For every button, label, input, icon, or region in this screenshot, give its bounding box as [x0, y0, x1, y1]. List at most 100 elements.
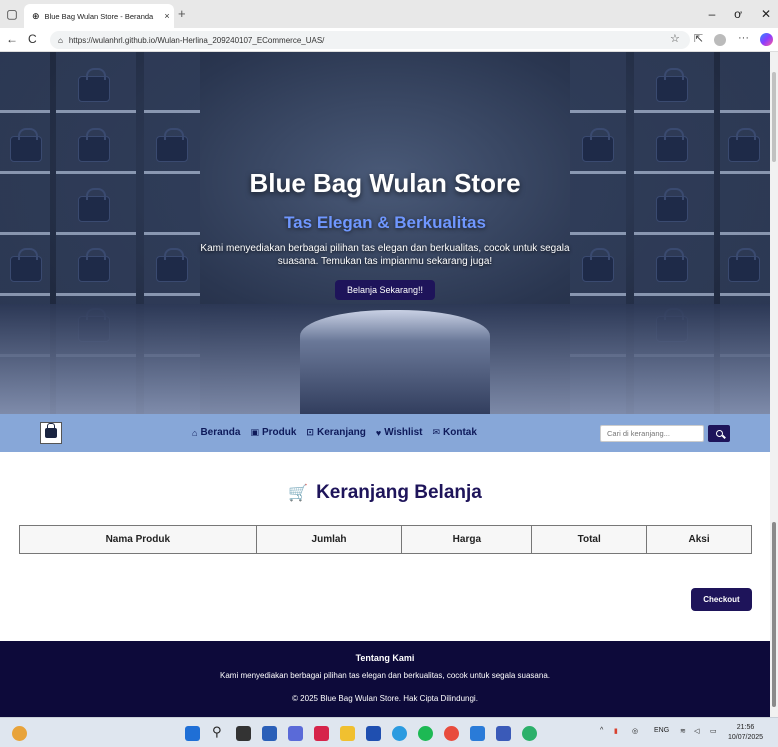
- heart-icon: ♥: [375, 427, 382, 438]
- volume-icon[interactable]: ◁: [694, 727, 699, 735]
- nav-item-label: Wishlist: [384, 427, 423, 438]
- cart-search-input[interactable]: [600, 425, 704, 442]
- cart-icon: ⊡: [306, 427, 314, 437]
- nav-links: ⌂ Beranda ▣ Produk ⊡ Keranjang ♥ Wishlis…: [192, 427, 477, 438]
- nav-item-label: Beranda: [200, 427, 241, 438]
- file-explorer-icon[interactable]: [340, 726, 355, 741]
- language-indicator[interactable]: ENG: [654, 727, 669, 734]
- reload-icon[interactable]: C: [28, 32, 37, 46]
- footer-copyright: © 2025 Blue Bag Wulan Store. Hak Cipta D…: [292, 694, 478, 703]
- cart-table-header: Nama Produk Jumlah Harga Total Aksi: [19, 525, 752, 554]
- bag-decoration: [728, 128, 760, 162]
- page-footer: Tentang Kami Kami menyediakan berbagai p…: [0, 641, 770, 717]
- col-aksi: Aksi: [646, 525, 752, 554]
- search-icon: [715, 430, 723, 437]
- tab-actions-icon[interactable]: ▢: [4, 6, 20, 22]
- settings-menu-icon[interactable]: ···: [738, 32, 749, 44]
- collections-icon[interactable]: ⇱: [694, 32, 703, 45]
- battery-icon[interactable]: ▭: [710, 727, 717, 735]
- nav-item-produk[interactable]: ▣ Produk: [250, 427, 296, 438]
- window-close-icon[interactable]: ✕: [758, 6, 774, 22]
- teams-icon[interactable]: [288, 726, 303, 741]
- cart-heading: 🛒 Keranjang Belanja: [0, 482, 770, 504]
- search-button[interactable]: [708, 425, 730, 442]
- clock[interactable]: 21:56 10/07/2025: [728, 723, 763, 743]
- url-text: https://wulanhrl.github.io/Wulan-Herlina…: [68, 35, 325, 45]
- hero-title: Blue Bag Wulan Store: [249, 168, 521, 198]
- shopping-cart-icon: 🛒: [288, 485, 309, 502]
- profile-avatar[interactable]: [714, 34, 726, 46]
- vscode-icon[interactable]: [470, 726, 485, 741]
- app-icon[interactable]: [314, 726, 329, 741]
- favorite-icon[interactable]: ☆: [670, 32, 680, 45]
- browser-tab[interactable]: ⊕ Blue Bag Wulan Store - Beranda ×: [24, 4, 174, 28]
- tab-title: Blue Bag Wulan Store - Beranda: [44, 11, 154, 21]
- bag-decoration: [10, 128, 42, 162]
- site-info-icon[interactable]: ⌂: [58, 36, 63, 45]
- nav-item-label: Kontak: [443, 427, 477, 438]
- nav-item-keranjang[interactable]: ⊡ Keranjang: [306, 427, 365, 438]
- tray-chevron-icon[interactable]: ^: [600, 727, 603, 734]
- tray-app-icon[interactable]: ◎: [632, 727, 638, 735]
- new-tab-icon[interactable]: +: [178, 6, 186, 21]
- nav-item-label: Keranjang: [316, 427, 366, 438]
- edge-icon[interactable]: [392, 726, 407, 741]
- bag-decoration: [156, 128, 188, 162]
- bag-decoration: [656, 128, 688, 162]
- search-icon[interactable]: ⚲: [212, 724, 222, 740]
- bag-logo-icon: [45, 423, 57, 438]
- hero-subtitle: Tas Elegan & Berkualitas: [284, 213, 486, 232]
- wifi-icon[interactable]: ≋: [680, 727, 686, 735]
- hero-description: Kami menyediakan berbagai pilihan tas el…: [200, 243, 570, 267]
- scroll-thumb[interactable]: [772, 522, 776, 707]
- checkout-button[interactable]: Checkout: [691, 588, 752, 611]
- maximize-icon[interactable]: ơ: [730, 6, 746, 22]
- globe-icon: ⊕: [32, 10, 40, 21]
- scroll-marker: [772, 72, 776, 162]
- podium-decoration: [300, 310, 490, 414]
- spotify-icon[interactable]: [418, 726, 433, 741]
- browser-window: ▢ ⊕ Blue Bag Wulan Store - Beranda × + –…: [0, 0, 778, 747]
- nav-item-label: Produk: [261, 427, 297, 438]
- nav-item-wishlist[interactable]: ♥ Wishlist: [376, 427, 423, 438]
- bag-decoration: [78, 128, 110, 162]
- url-field[interactable]: ⌂ https://wulanhrl.github.io/Wulan-Herli…: [50, 31, 690, 49]
- app-icon[interactable]: [262, 726, 277, 741]
- clock-time: 21:56: [736, 724, 755, 731]
- envelope-icon: ✉: [432, 427, 441, 437]
- col-harga: Harga: [401, 525, 533, 554]
- clock-date: 10/07/2025: [728, 734, 764, 741]
- store-logo[interactable]: [40, 422, 62, 444]
- shop-now-button[interactable]: Belanja Sekarang!!: [334, 280, 436, 300]
- home-icon: ⌂: [192, 427, 198, 438]
- taskbar: ⚲ ^ ▮ ◎ ENG ≋ ◁ ▭ 21:56 10/07/2025: [0, 717, 778, 747]
- nav-item-kontak[interactable]: ✉ Kontak: [432, 427, 476, 438]
- app-icon[interactable]: [496, 726, 511, 741]
- hero-banner: Blue Bag Wulan Store Tas Elegan & Berkua…: [0, 52, 770, 414]
- chrome-icon[interactable]: [444, 726, 459, 741]
- main-navbar: ⌂ Beranda ▣ Produk ⊡ Keranjang ♥ Wishlis…: [0, 414, 770, 452]
- app-icon[interactable]: [366, 726, 381, 741]
- minimize-icon[interactable]: –: [704, 6, 720, 22]
- whatsapp-icon[interactable]: [522, 726, 537, 741]
- task-view-icon[interactable]: [236, 726, 251, 741]
- footer-description: Kami menyediakan berbagai pilihan tas el…: [220, 671, 550, 680]
- weather-icon[interactable]: [12, 726, 27, 741]
- nav-item-beranda[interactable]: ⌂ Beranda: [192, 427, 240, 438]
- address-bar: ← C ⌂ https://wulanhrl.github.io/Wulan-H…: [0, 28, 778, 52]
- bag-icon: ▣: [250, 427, 259, 437]
- col-jumlah: Jumlah: [255, 525, 403, 554]
- copilot-icon[interactable]: [760, 33, 773, 46]
- bag-decoration: [656, 68, 688, 102]
- tab-close-icon[interactable]: ×: [160, 11, 174, 21]
- page-viewport: Blue Bag Wulan Store Tas Elegan & Berkua…: [0, 52, 770, 717]
- tray-app-icon[interactable]: ▮: [614, 727, 618, 735]
- footer-title: Tentang Kami: [355, 653, 415, 663]
- tab-strip: ▢ ⊕ Blue Bag Wulan Store - Beranda × + –…: [0, 0, 778, 28]
- bag-decoration: [582, 128, 614, 162]
- page-scrollbar[interactable]: [770, 52, 778, 717]
- back-icon[interactable]: ←: [6, 32, 18, 46]
- start-icon[interactable]: [185, 726, 200, 741]
- col-total: Total: [531, 525, 648, 554]
- col-nama-produk: Nama Produk: [19, 525, 257, 554]
